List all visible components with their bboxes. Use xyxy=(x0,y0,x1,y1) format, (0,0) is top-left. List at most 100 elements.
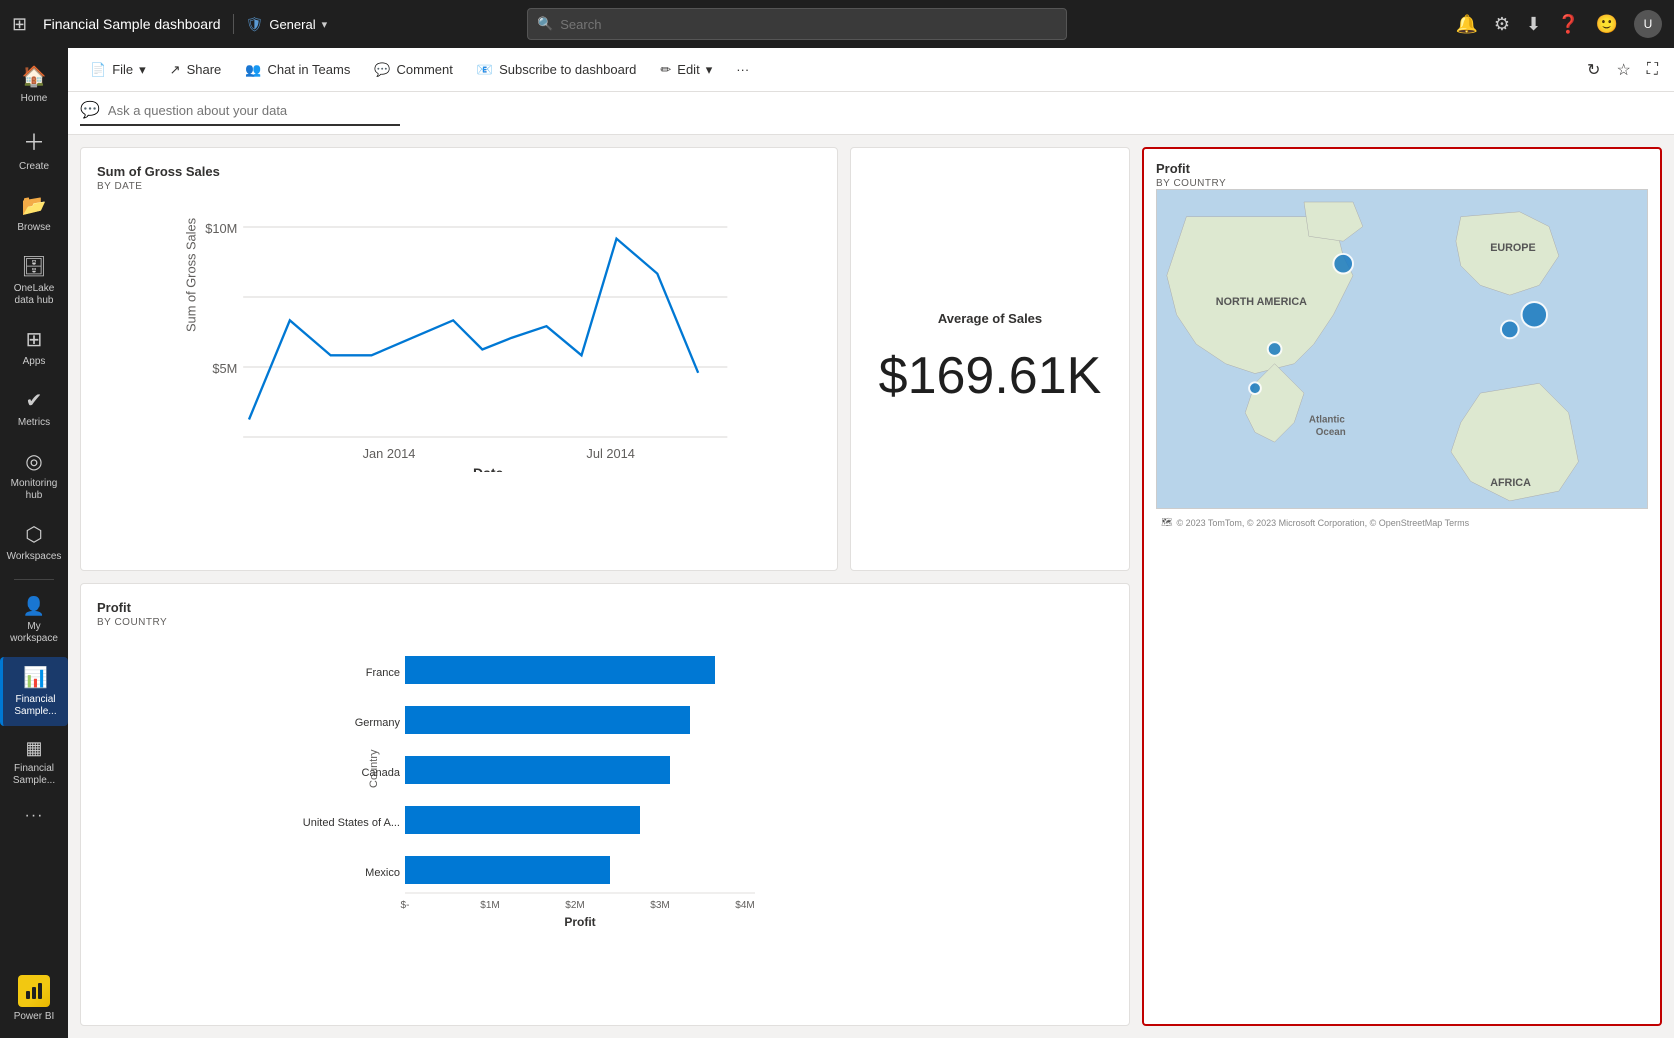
file-button[interactable]: 📄 File ▾ xyxy=(80,58,156,82)
dashboard: Sum of Gross Sales BY DATE $10M $5M Sum … xyxy=(68,135,1674,1038)
search-icon: 🔍 xyxy=(537,16,553,32)
ask-input[interactable] xyxy=(108,103,400,118)
atlantic-label2: Ocean xyxy=(1316,427,1346,438)
germany-bar xyxy=(405,706,690,734)
topbar-divider xyxy=(233,14,234,34)
sidebar-item-my-workspace[interactable]: 👤 Myworkspace xyxy=(0,588,68,653)
favorite-icon[interactable]: ☆ xyxy=(1612,56,1634,84)
sidebar-label-monitoring: Monitoringhub xyxy=(11,478,58,502)
avg-sales-value: $169.61K xyxy=(879,346,1102,406)
sidebar-label-apps: Apps xyxy=(23,356,46,368)
refresh-icon[interactable]: ↻ xyxy=(1583,56,1604,84)
file-icon: 📄 xyxy=(90,62,106,78)
ask-icon: 💬 xyxy=(80,100,100,120)
content-area: 📄 File ▾ ↗ Share 👥 Chat in Teams 💬 Comme… xyxy=(68,48,1674,1038)
feedback-icon[interactable]: 🙂 xyxy=(1596,14,1618,35)
avatar[interactable]: U xyxy=(1634,10,1662,38)
bell-icon[interactable]: 🔔 xyxy=(1455,14,1477,35)
map-dot-europe2 xyxy=(1501,321,1519,339)
subscribe-label: Subscribe to dashboard xyxy=(499,62,636,77)
edit-button[interactable]: ✏ Edit ▾ xyxy=(650,58,722,82)
more-options-button[interactable]: ··· xyxy=(726,58,759,81)
canada-label: Canada xyxy=(361,767,400,779)
sidebar-label-metrics: Metrics xyxy=(18,417,50,429)
sidebar-item-financial-sample[interactable]: 📊 FinancialSample... xyxy=(0,657,68,726)
download-icon[interactable]: ⬇ xyxy=(1526,14,1541,35)
workspaces-icon: ⬡ xyxy=(25,522,42,547)
ask-input-wrapper: 💬 xyxy=(80,100,400,126)
shield-icon: 🛡 xyxy=(246,16,264,33)
africa-label: AFRICA xyxy=(1490,477,1531,489)
comment-icon: 💬 xyxy=(374,62,390,78)
browse-icon: 📂 xyxy=(22,193,47,218)
more-options-icon: ··· xyxy=(736,62,749,77)
sidebar-item-workspaces[interactable]: ⬡ Workspaces xyxy=(0,514,68,571)
svg-text:$2M: $2M xyxy=(565,900,584,911)
sidebar-label-home: Home xyxy=(21,93,48,105)
sidebar-item-financial-sample2[interactable]: ▦ FinancialSample... xyxy=(0,730,68,795)
profit-map-tile: Profit BY COUNTRY xyxy=(1142,147,1662,1026)
share-button[interactable]: ↗ Share xyxy=(160,58,232,82)
settings-icon[interactable]: ⚙ xyxy=(1494,14,1510,35)
sidebar-label-browse: Browse xyxy=(17,222,50,234)
avg-sales-title: Average of Sales xyxy=(938,311,1042,326)
map-dot-europe1 xyxy=(1522,302,1547,327)
workspace-badge[interactable]: 🛡 General ▾ xyxy=(246,16,328,33)
profit-country-subtitle: BY COUNTRY xyxy=(97,617,1113,628)
file-label: File xyxy=(112,62,133,77)
teams-icon: 👥 xyxy=(245,62,261,78)
subscribe-button[interactable]: 📧 Subscribe to dashboard xyxy=(467,58,647,82)
financial-sample2-icon: ▦ xyxy=(25,738,42,759)
profit-map-title: Profit xyxy=(1156,161,1648,176)
map-copyright: © 2023 TomTom, © 2023 Microsoft Corporat… xyxy=(1176,518,1469,528)
sidebar-label-financial-sample: FinancialSample... xyxy=(14,694,56,718)
grid-icon: ⊞ xyxy=(12,14,27,35)
sidebar-item-apps[interactable]: ⊞ Apps xyxy=(0,319,68,376)
main-layout: 🏠 Home ＋ Create 📂 Browse 🗄 OneLakedata h… xyxy=(0,48,1674,1038)
sidebar-label-create: Create xyxy=(19,161,49,173)
sidebar-item-create[interactable]: ＋ Create xyxy=(0,117,68,181)
chat-in-teams-button[interactable]: 👥 Chat in Teams xyxy=(235,58,360,82)
share-icon: ↗ xyxy=(170,62,181,78)
avg-sales-tile: Average of Sales $169.61K xyxy=(850,147,1130,571)
atlantic-label: Atlantic xyxy=(1309,415,1345,426)
map-background: NORTH AMERICA EUROPE Atlantic Ocean AFRI… xyxy=(1156,189,1648,509)
share-label: Share xyxy=(187,62,222,77)
usa-bar xyxy=(405,806,640,834)
svg-text:$1M: $1M xyxy=(480,900,499,911)
france-bar xyxy=(405,656,715,684)
more-icon: ··· xyxy=(25,807,44,825)
mexico-label: Mexico xyxy=(365,867,400,879)
ask-bar: 💬 xyxy=(68,92,1674,135)
svg-text:$3M: $3M xyxy=(650,900,669,911)
gross-sales-subtitle: BY DATE xyxy=(97,181,821,192)
sidebar-item-onelake[interactable]: 🗄 OneLakedata hub xyxy=(0,246,68,315)
help-icon[interactable]: ❓ xyxy=(1557,14,1579,35)
gross-sales-chart: $10M $5M Sum of Gross Sales Jan 2014 Jul… xyxy=(97,192,821,472)
comment-button[interactable]: 💬 Comment xyxy=(364,58,463,82)
toolbar-right: ↻ ☆ ⛶ xyxy=(1583,56,1662,84)
europe-label: EUROPE xyxy=(1490,242,1535,254)
financial-sample-icon: 📊 xyxy=(23,665,48,690)
sidebar-item-browse[interactable]: 📂 Browse xyxy=(0,185,68,242)
sidebar-item-more[interactable]: ··· xyxy=(0,799,68,833)
profit-bar-chart: Country France Germany Canada United Sta… xyxy=(97,628,1113,928)
create-icon: ＋ xyxy=(23,125,45,157)
sidebar-item-home[interactable]: 🏠 Home xyxy=(0,56,68,113)
north-america-label: NORTH AMERICA xyxy=(1216,296,1307,308)
subscribe-icon: 📧 xyxy=(477,62,493,78)
power-bi-icon xyxy=(18,975,50,1007)
sidebar-item-monitoring[interactable]: ◎ Monitoringhub xyxy=(0,441,68,510)
sidebar-item-metrics[interactable]: ✔ Metrics xyxy=(0,380,68,437)
sidebar-separator xyxy=(14,579,54,580)
comment-label: Comment xyxy=(397,62,453,77)
sidebar-label-workspaces: Workspaces xyxy=(7,551,62,563)
search-input[interactable] xyxy=(527,8,1067,40)
map-dot-mexico xyxy=(1249,382,1261,394)
map-svg: NORTH AMERICA EUROPE Atlantic Ocean AFRI… xyxy=(1157,190,1647,508)
edit-chevron-icon: ▾ xyxy=(706,62,713,78)
dashboard-title: Financial Sample dashboard xyxy=(43,16,220,32)
fullscreen-icon[interactable]: ⛶ xyxy=(1643,57,1662,83)
search-container: 🔍 xyxy=(527,8,1067,40)
chat-label: Chat in Teams xyxy=(267,62,350,77)
